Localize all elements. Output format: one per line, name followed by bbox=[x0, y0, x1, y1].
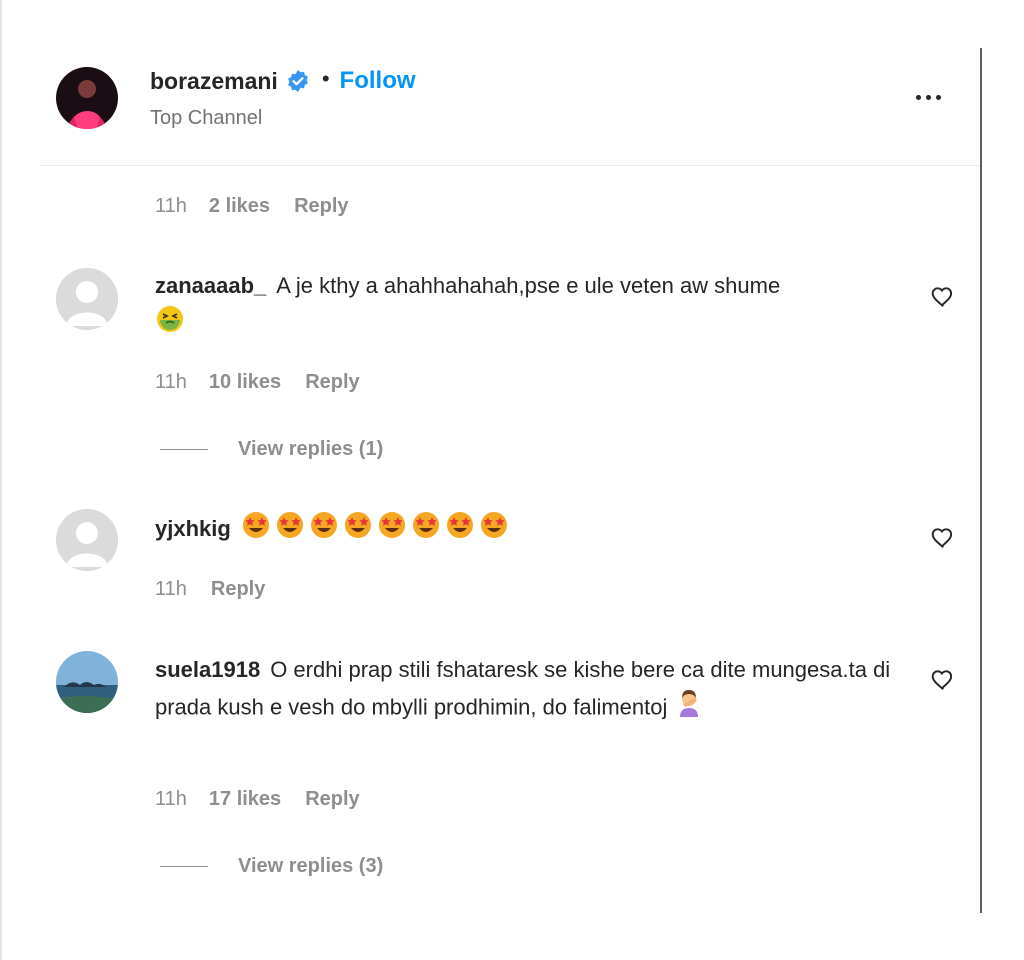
reply-button[interactable]: Reply bbox=[305, 788, 359, 811]
nauseated-face-icon bbox=[155, 304, 185, 345]
comment-body: suela1918 O erdhi prap stili fshataresk s… bbox=[155, 652, 895, 729]
comment-text: A je kthy a ahahhahahah,pse e ule veten … bbox=[276, 273, 781, 298]
reply-button[interactable]: Reply bbox=[294, 195, 348, 218]
star-struck-icon bbox=[343, 510, 373, 551]
woman-facepalming-icon bbox=[674, 688, 704, 729]
post-subtitle[interactable]: Top Channel bbox=[150, 107, 262, 130]
post-author-avatar[interactable] bbox=[56, 67, 118, 129]
star-struck-icon bbox=[411, 510, 441, 551]
comment-time[interactable]: 11h bbox=[155, 371, 187, 394]
verified-badge-icon bbox=[286, 69, 310, 93]
star-struck-icon bbox=[445, 510, 475, 551]
separator-dot: • bbox=[321, 66, 330, 91]
view-replies-button[interactable]: View replies (1) bbox=[160, 438, 383, 461]
comment-likes[interactable]: 2 likes bbox=[209, 195, 270, 218]
panel-divider bbox=[980, 48, 982, 913]
view-replies-label: View replies (3) bbox=[238, 855, 384, 877]
comment-likes[interactable]: 10 likes bbox=[209, 371, 281, 394]
comment-meta: 11h 10 likes Reply bbox=[155, 371, 360, 394]
follow-button[interactable]: Follow bbox=[340, 67, 416, 95]
star-struck-icon bbox=[377, 510, 407, 551]
star-struck-icon bbox=[241, 510, 271, 551]
like-comment-heart-icon[interactable] bbox=[930, 525, 956, 551]
post-username[interactable]: borazemani bbox=[150, 68, 278, 95]
commenter-avatar[interactable] bbox=[56, 651, 118, 713]
view-replies-button[interactable]: View replies (3) bbox=[160, 855, 383, 878]
comment-time[interactable]: 11h bbox=[155, 788, 187, 811]
post-author-row: borazemani • Follow bbox=[150, 66, 416, 96]
comment-body: yjxhkig bbox=[155, 510, 895, 551]
reply-button[interactable]: Reply bbox=[211, 578, 265, 601]
star-struck-icon bbox=[479, 510, 509, 551]
commenter-avatar[interactable] bbox=[56, 268, 118, 330]
post-header: borazemani • Follow Top Channel bbox=[0, 0, 980, 166]
commenter-avatar[interactable] bbox=[56, 509, 118, 571]
comment-username[interactable]: suela1918 bbox=[155, 657, 260, 682]
comment-meta: 11h Reply bbox=[155, 578, 265, 601]
comment-meta: 11h 2 likes Reply bbox=[155, 195, 349, 218]
like-comment-heart-icon[interactable] bbox=[930, 284, 956, 310]
comment-username[interactable]: yjxhkig bbox=[155, 516, 231, 541]
star-struck-icon bbox=[275, 510, 305, 551]
comment-time[interactable]: 11h bbox=[155, 578, 187, 601]
reply-button[interactable]: Reply bbox=[305, 371, 359, 394]
comment-username[interactable]: zanaaaab_ bbox=[155, 273, 266, 298]
comment-likes[interactable]: 17 likes bbox=[209, 788, 281, 811]
view-replies-label: View replies (1) bbox=[238, 438, 384, 460]
star-struck-icon bbox=[309, 510, 339, 551]
header-divider bbox=[40, 165, 980, 166]
comment-meta: 11h 17 likes Reply bbox=[155, 788, 360, 811]
comment-body: zanaaaab_ A je kthy a ahahhahahah,pse e u… bbox=[155, 268, 895, 345]
comment-time[interactable]: 11h bbox=[155, 195, 187, 218]
replies-line bbox=[160, 449, 208, 450]
like-comment-heart-icon[interactable] bbox=[930, 667, 956, 693]
comment-text: O erdhi prap stili fshataresk se kishe b… bbox=[155, 657, 891, 720]
replies-line bbox=[160, 866, 208, 867]
emoji-row bbox=[241, 512, 513, 541]
more-options-icon[interactable] bbox=[908, 82, 948, 112]
